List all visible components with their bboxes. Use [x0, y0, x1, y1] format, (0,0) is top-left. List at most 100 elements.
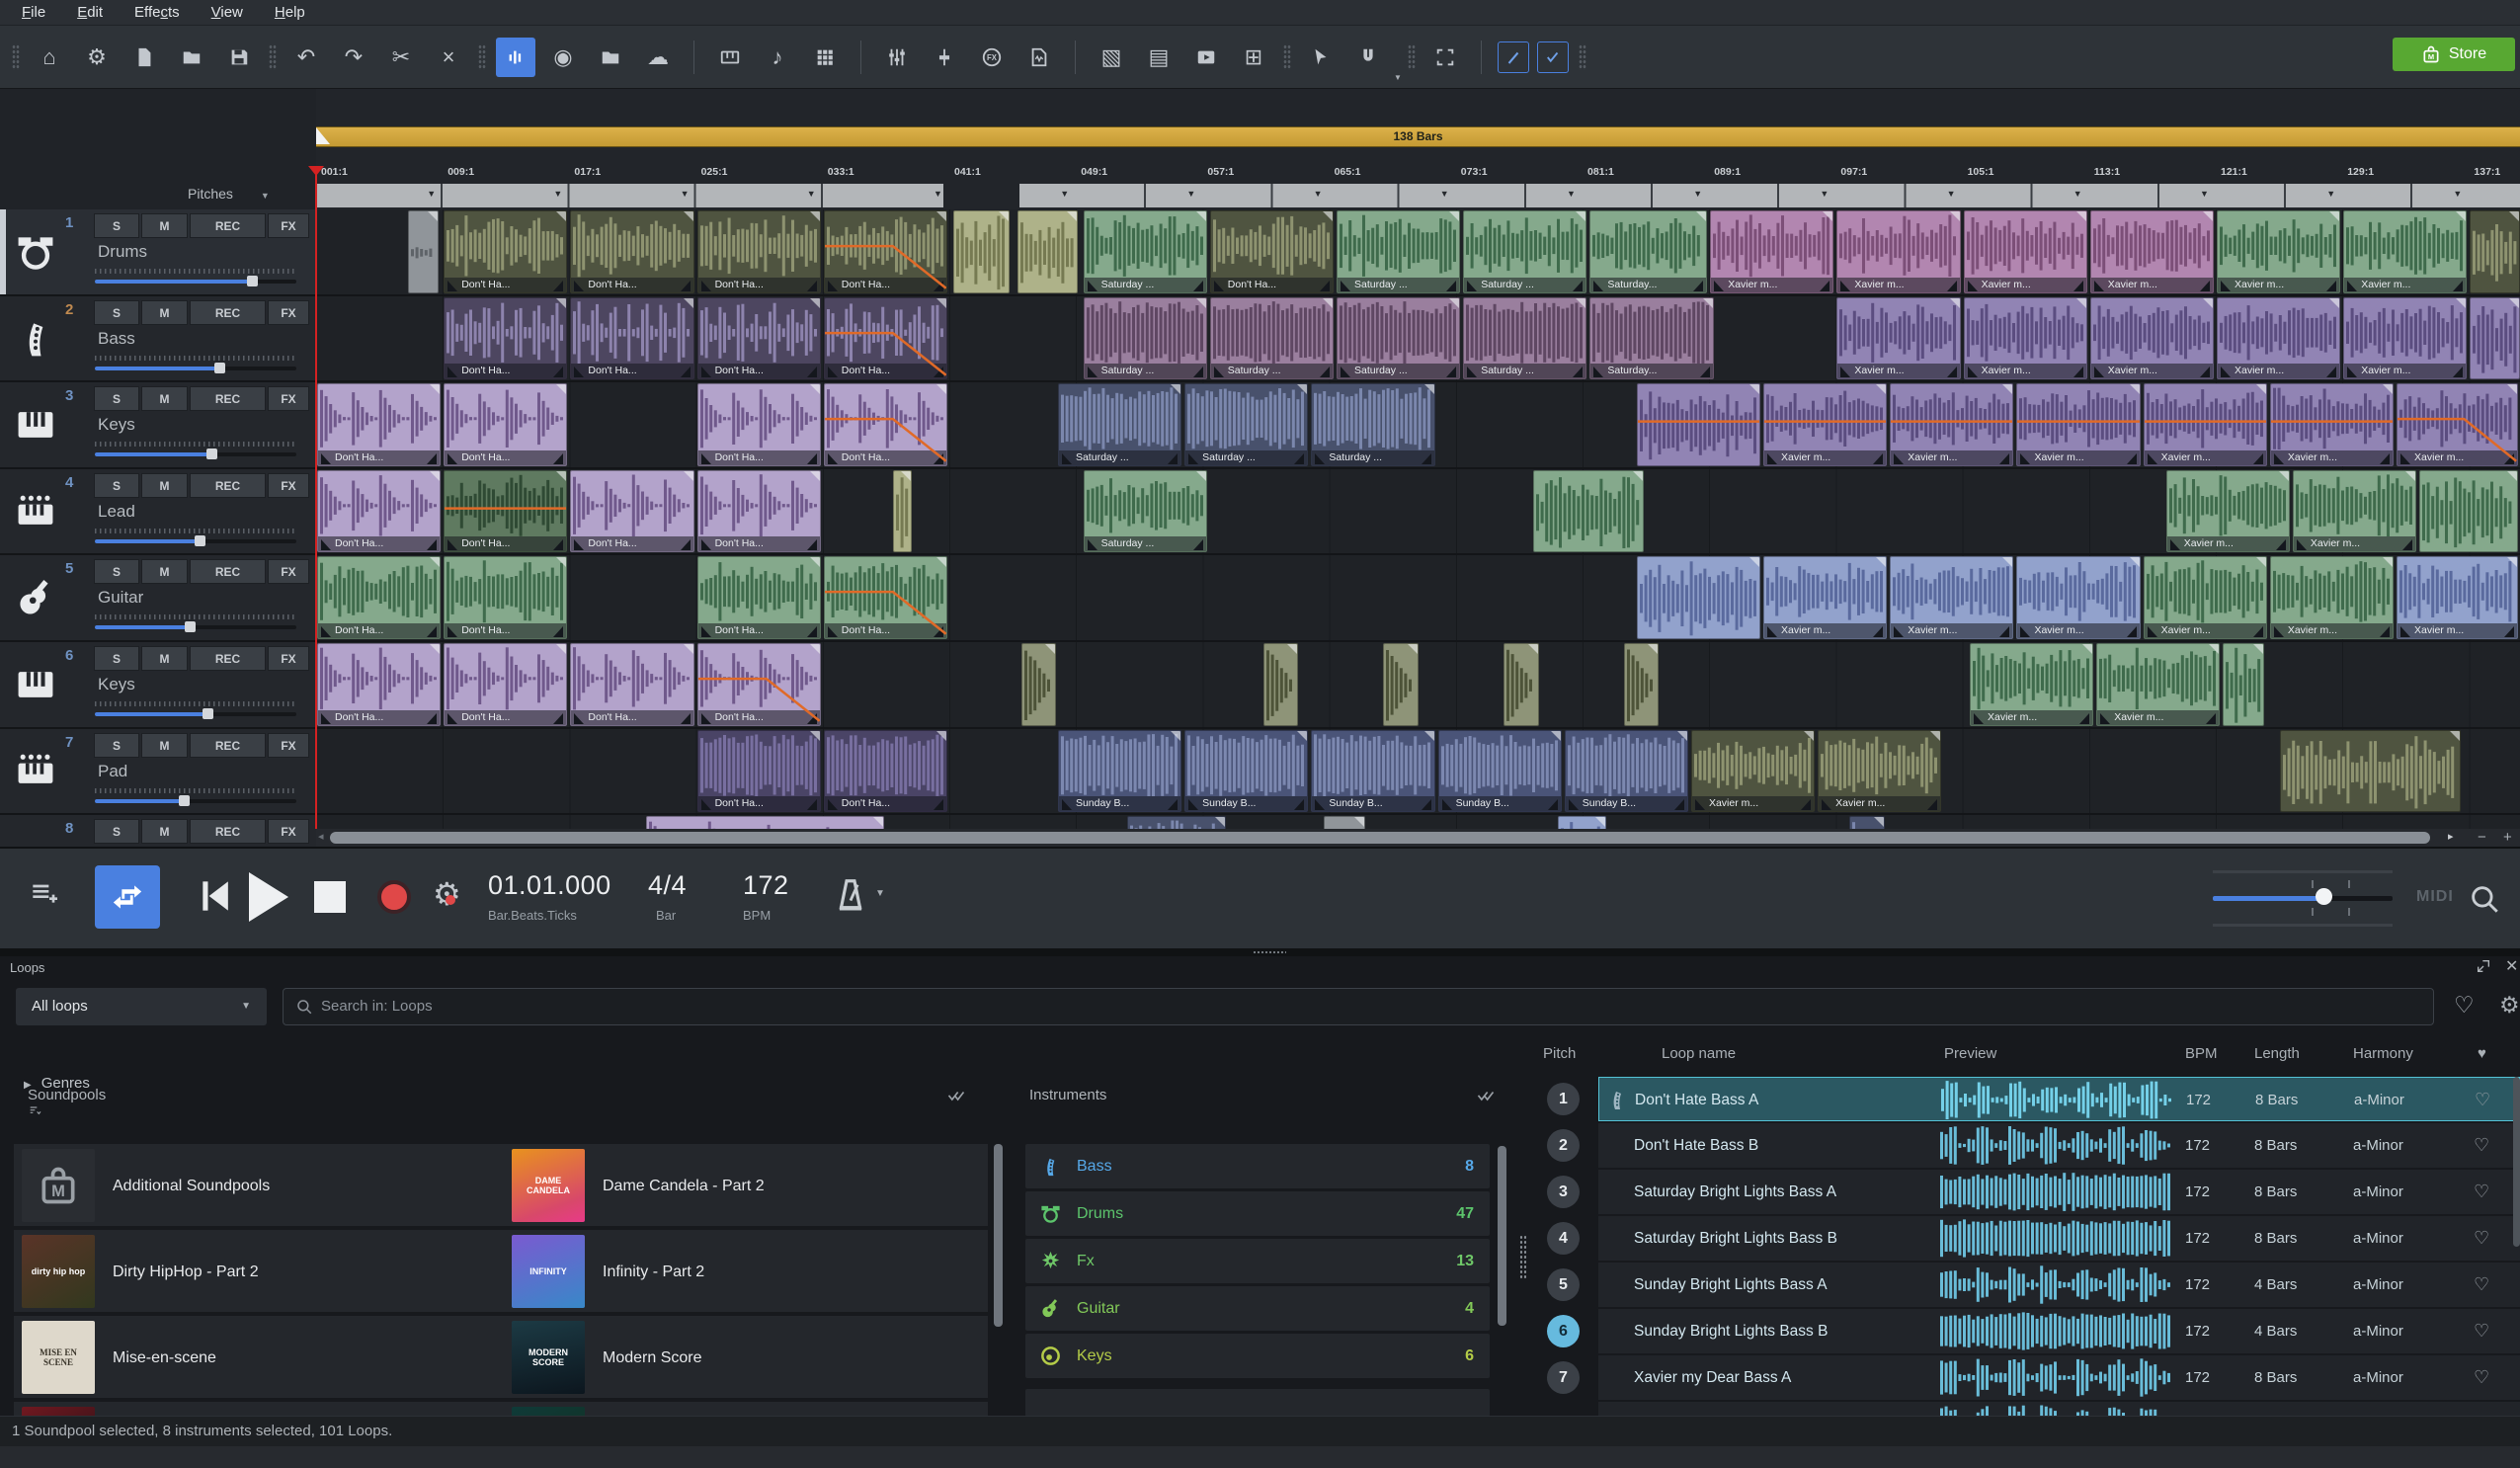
- play-button[interactable]: [249, 872, 288, 922]
- track-lane[interactable]: Don't Ha...Don't Ha...Don't Ha...Don't H…: [316, 642, 2520, 729]
- toolbar-grip[interactable]: [478, 44, 486, 70]
- region-dropdown-icon[interactable]: ▼: [807, 189, 816, 199]
- search-magnifier-icon[interactable]: [2468, 882, 2501, 916]
- region-dropdown-icon[interactable]: ▼: [1693, 189, 1702, 199]
- stop-button[interactable]: [314, 881, 346, 913]
- audio-clip-xavierm[interactable]: Xavier m...: [2343, 210, 2467, 293]
- master-effects-button[interactable]: FX: [972, 38, 1012, 77]
- track-volume-slider[interactable]: [95, 367, 296, 370]
- audio-clip-xavierm[interactable]: Xavier m...: [2270, 556, 2394, 639]
- track-s-button[interactable]: S: [94, 733, 139, 758]
- loop-row-saturdaybrightlightsbassb[interactable]: Saturday Bright Lights Bass B1728 Barsa-…: [1598, 1216, 2520, 1261]
- audio-clip-saturday[interactable]: Saturday ...: [1058, 383, 1181, 466]
- pitch-badge-4[interactable]: 4: [1547, 1222, 1580, 1255]
- volume-knob[interactable]: [214, 363, 225, 373]
- audio-clip[interactable]: [2470, 297, 2520, 380]
- audio-clip-xavierm[interactable]: Xavier m...: [1964, 210, 2087, 293]
- horizontal-scrollbar[interactable]: ◂ ▸ − +: [316, 829, 2520, 847]
- track-m-button[interactable]: M: [141, 646, 188, 671]
- clip-handle[interactable]: [2256, 557, 2266, 567]
- song-overview-button[interactable]: [496, 38, 535, 77]
- region-dropdown-icon[interactable]: ▼: [1314, 189, 1323, 199]
- playback-zoom-slider[interactable]: [2213, 849, 2393, 947]
- audio-clip-xavierm[interactable]: Xavier m...: [2016, 556, 2140, 639]
- track-s-button[interactable]: S: [94, 386, 139, 411]
- clip-handle[interactable]: [1354, 817, 1364, 827]
- record-settings-icon[interactable]: ⚙: [433, 875, 461, 913]
- audio-clip-xavierm[interactable]: Xavier m...: [2166, 470, 2290, 553]
- loop-row-xaviermydearbassa[interactable]: Xavier my Dear Bass A1728 Barsa-Minor♡: [1598, 1355, 2520, 1400]
- clip-handle[interactable]: [1648, 644, 1658, 654]
- track-lane[interactable]: Don't Ha...Don't Ha...Don't Ha...Don't H…: [316, 382, 2520, 469]
- media-pool-button[interactable]: [591, 38, 630, 77]
- pitch-badge-6[interactable]: 6: [1547, 1315, 1580, 1347]
- clip-handle[interactable]: [810, 557, 820, 567]
- track-volume-slider[interactable]: [95, 452, 296, 456]
- instrument-row-fx[interactable]: Fx13: [1025, 1239, 1490, 1283]
- clip-handle[interactable]: [1297, 384, 1307, 394]
- clip-handle[interactable]: [2256, 384, 2266, 394]
- clip-handle[interactable]: [1595, 817, 1605, 827]
- audio-clip-dontha[interactable]: Don't Ha...: [697, 383, 821, 466]
- audio-clip-dontha[interactable]: Don't Ha...: [697, 297, 821, 380]
- track-volume-slider[interactable]: [95, 539, 296, 543]
- clip-handle[interactable]: [430, 644, 440, 654]
- track-header-guitar[interactable]: 5SMRECFXGuitar: [0, 555, 316, 642]
- loop-row-saturdaybrightlightsbassa[interactable]: Saturday Bright Lights Bass A1728 Barsa-…: [1598, 1170, 2520, 1214]
- favorite-icon[interactable]: ♡: [2474, 1170, 2489, 1214]
- clip-handle[interactable]: [1045, 644, 1055, 654]
- audio-clip[interactable]: [1127, 816, 1226, 829]
- audio-clip-dontha[interactable]: Don't Ha...: [697, 556, 821, 639]
- track-rec-button[interactable]: REC: [190, 646, 266, 671]
- region-dropdown-icon[interactable]: ▼: [1060, 189, 1069, 199]
- audio-clip-saturday[interactable]: Saturday ...: [1084, 470, 1207, 553]
- clip-handle[interactable]: [1749, 557, 1759, 567]
- audio-clip-xavierm[interactable]: Xavier m...: [2090, 210, 2214, 293]
- track-m-button[interactable]: M: [141, 733, 188, 758]
- track-header-bass[interactable]: 2SMRECFXBass: [0, 296, 316, 383]
- instruments-scrollbar[interactable]: [1498, 1146, 1506, 1326]
- clip-handle[interactable]: [2082, 644, 2092, 654]
- clip-handle[interactable]: [2509, 211, 2519, 221]
- clip-handle[interactable]: [810, 298, 820, 308]
- track-lane[interactable]: Don't Ha...Don't Ha...Sunday B...Sunday …: [316, 729, 2520, 816]
- scroll-right-icon[interactable]: ▸: [2448, 830, 2454, 843]
- clip-handle[interactable]: [810, 644, 820, 654]
- loop-preview[interactable]: [1940, 1126, 2175, 1165]
- track-s-button[interactable]: S: [94, 819, 139, 844]
- clip-handle[interactable]: [1449, 298, 1459, 308]
- track-s-button[interactable]: S: [94, 559, 139, 584]
- audio-clip-dontha[interactable]: Don't Ha...: [824, 210, 947, 293]
- audio-clip-dontha[interactable]: Don't Ha...: [317, 383, 441, 466]
- clip-handle[interactable]: [2329, 211, 2339, 221]
- audio-clip-dontha[interactable]: Don't Ha...: [697, 730, 821, 813]
- clip-handle[interactable]: [2456, 298, 2466, 308]
- clip-handle[interactable]: [2002, 557, 2012, 567]
- clip-handle[interactable]: [684, 211, 693, 221]
- metronome-dropdown-icon[interactable]: ▼: [875, 888, 885, 899]
- audio-clip-sundayb[interactable]: Sunday B...: [1184, 730, 1308, 813]
- clip-handle[interactable]: [430, 557, 440, 567]
- clip-handle[interactable]: [901, 471, 911, 481]
- audio-clip-saturday[interactable]: Saturday ...: [1084, 210, 1207, 293]
- redo-button[interactable]: ↷: [334, 38, 373, 77]
- clip-handle[interactable]: [2203, 298, 2213, 308]
- volume-knob[interactable]: [203, 708, 213, 719]
- track-m-button[interactable]: M: [141, 559, 188, 584]
- track-header-keys[interactable]: 6SMRECFXKeys: [0, 642, 316, 729]
- loops-filter-select[interactable]: All loops ▼: [16, 988, 267, 1025]
- audio-clip[interactable]: [1021, 643, 1056, 726]
- region-dropdown-icon[interactable]: ▼: [427, 189, 436, 199]
- track-header-keys[interactable]: 3SMRECFXKeys: [0, 382, 316, 469]
- volume-knob[interactable]: [206, 449, 217, 459]
- clip-handle[interactable]: [2507, 557, 2517, 567]
- clip-handle[interactable]: [1215, 817, 1225, 827]
- volume-knob[interactable]: [185, 621, 196, 632]
- audio-clip-dontha[interactable]: Don't Ha...: [824, 556, 947, 639]
- track-rec-button[interactable]: REC: [190, 559, 266, 584]
- soundpool-item[interactable]: MAdditional Soundpools: [14, 1144, 498, 1228]
- audio-clip-xavierm[interactable]: Xavier m...: [2016, 383, 2140, 466]
- loop-row-sundaybrightlightsbassb[interactable]: Sunday Bright Lights Bass B1724 Barsa-Mi…: [1598, 1309, 2520, 1353]
- playhead[interactable]: [315, 166, 317, 829]
- favorite-icon[interactable]: ♡: [2474, 1355, 2489, 1400]
